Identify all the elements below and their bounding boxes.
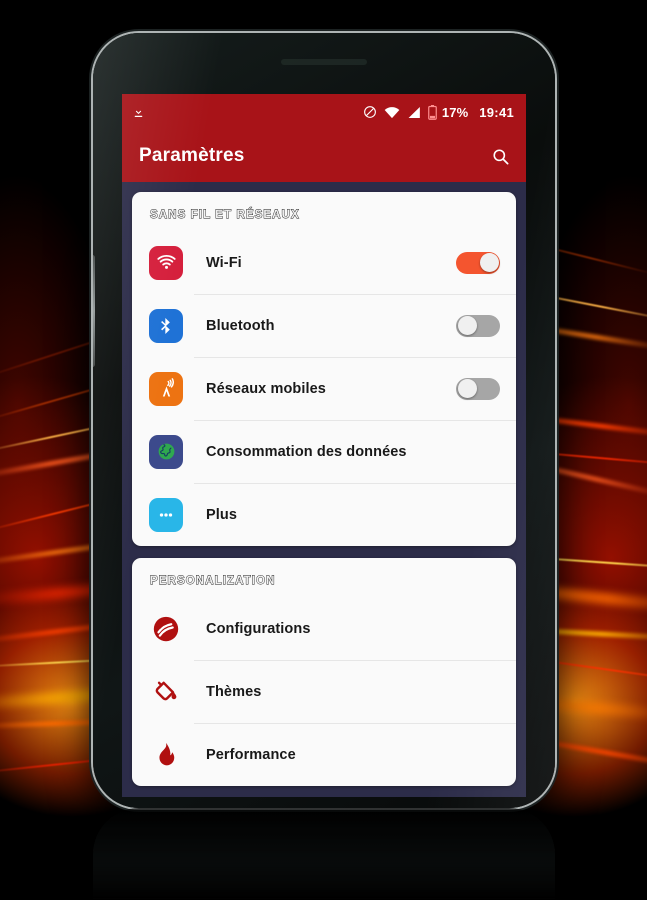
phone-device: 17% 19:41 Paramètres SANS FIL ET RÉSEAUX…: [93, 33, 555, 808]
config-circle-icon: [148, 611, 184, 647]
battery-percent: 17%: [441, 104, 469, 120]
settings-row[interactable]: Thèmes: [132, 660, 516, 723]
wifi-icon: [148, 245, 184, 281]
settings-row[interactable]: Performance: [132, 723, 516, 786]
settings-row[interactable]: Plus: [132, 483, 516, 546]
settings-row[interactable]: Consommation des données: [132, 420, 516, 483]
wifi-icon: [384, 106, 400, 119]
settings-row-label: Consommation des données: [206, 443, 407, 460]
settings-card: SANS FIL ET RÉSEAUX Wi-Fi Bluetooth Réseaux…: [132, 192, 516, 546]
settings-row[interactable]: Réseaux mobiles: [132, 357, 516, 420]
toggle-knob: [457, 379, 477, 398]
bluetooth-icon-tile: [149, 308, 183, 343]
bluetooth-icon: [148, 308, 184, 344]
wifi-icon-tile: [149, 245, 183, 280]
paint-bucket-icon: [148, 674, 184, 710]
settings-row-label: Configurations: [206, 620, 311, 637]
cell-tower-icon: [148, 371, 184, 407]
settings-row[interactable]: Configurations: [132, 597, 516, 660]
toggle-knob: [457, 316, 477, 335]
flame-icon: [148, 737, 184, 773]
section-header: PERSONALIZATION: [150, 575, 276, 588]
toggle-switch[interactable]: [456, 377, 500, 400]
settings-row[interactable]: Bluetooth: [132, 294, 516, 357]
settings-row-label: Performance: [206, 746, 296, 763]
volume-button[interactable]: [93, 255, 95, 367]
battery-icon: [428, 104, 437, 120]
settings-list[interactable]: SANS FIL ET RÉSEAUX Wi-Fi Bluetooth Réseaux…: [122, 182, 526, 797]
phone-screen: 17% 19:41 Paramètres SANS FIL ET RÉSEAUX…: [122, 94, 526, 797]
phone-reflection: [93, 808, 555, 900]
toggle-switch[interactable]: [456, 314, 500, 337]
status-bar: 17% 19:41: [122, 94, 526, 130]
settings-row-label: Réseaux mobiles: [206, 380, 326, 397]
settings-row-label: Plus: [206, 506, 238, 523]
download-icon: [132, 106, 145, 119]
search-icon[interactable]: [491, 147, 510, 166]
earpiece-speaker: [281, 59, 367, 65]
settings-row[interactable]: Wi-Fi: [132, 231, 516, 294]
app-bar: Paramètres: [122, 130, 526, 182]
cellular-signal-icon: [407, 106, 421, 119]
settings-row-label: Wi-Fi: [206, 254, 242, 271]
more-dots-icon-tile: [149, 497, 183, 532]
page-title: Paramètres: [139, 145, 245, 166]
more-dots-icon: [148, 497, 184, 533]
settings-row-label: Bluetooth: [206, 317, 275, 334]
globe-icon-tile: [149, 434, 183, 469]
do-not-disturb-icon: [363, 105, 377, 119]
status-clock: 19:41: [479, 104, 514, 120]
settings-card: PERSONALIZATION Configurations Thèmes Perfo…: [132, 558, 516, 786]
toggle-switch[interactable]: [456, 251, 500, 274]
cell-tower-icon-tile: [149, 371, 183, 406]
globe-icon: [148, 434, 184, 470]
section-header: SANS FIL ET RÉSEAUX: [150, 209, 300, 222]
settings-row-label: Thèmes: [206, 683, 262, 700]
toggle-knob: [479, 253, 499, 272]
